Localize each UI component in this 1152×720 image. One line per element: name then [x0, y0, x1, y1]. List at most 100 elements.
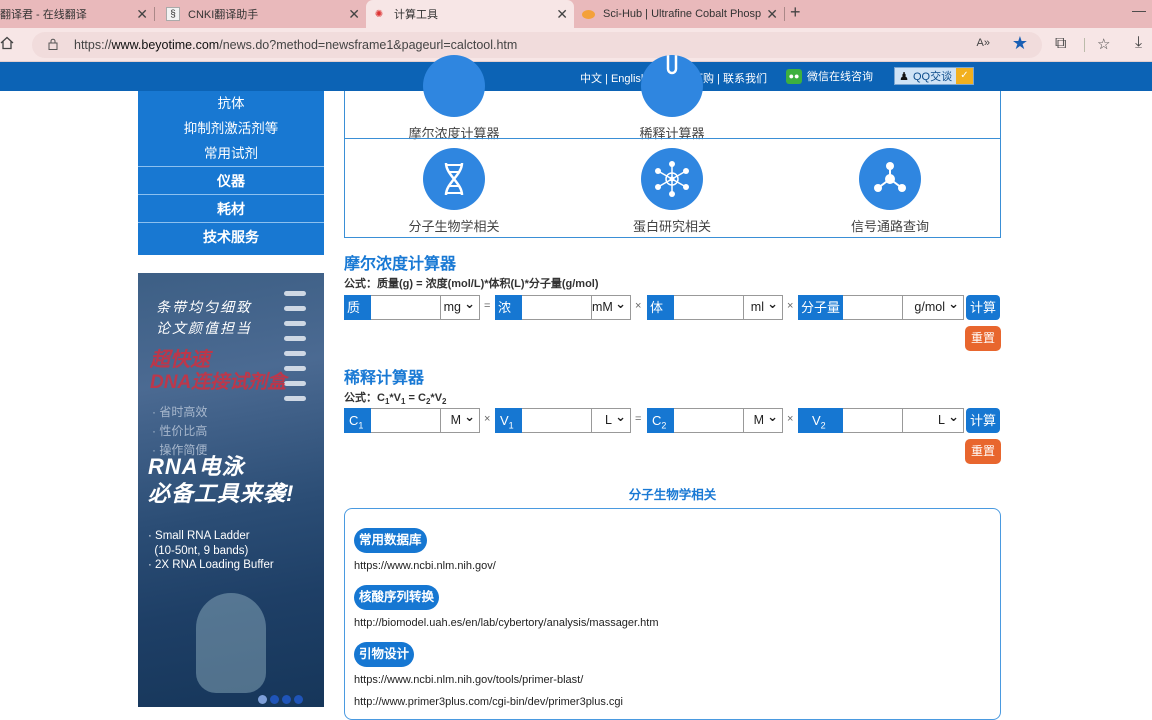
sidebar-item-tech-services[interactable]: 技术服务	[138, 222, 324, 250]
close-icon[interactable]: ✕	[136, 6, 148, 23]
v1-unit-select[interactable]: L	[591, 405, 631, 433]
tab-title: Sci-Hub | Ultrafine Cobalt Phosp	[603, 8, 762, 20]
molar-calculate-button[interactable]: 计算	[966, 295, 1000, 320]
sidebar-item-instruments[interactable]: 仪器	[138, 166, 324, 194]
concentration-unit-select[interactable]: mM	[591, 292, 631, 320]
molar-calculator-title: 摩尔浓度计算器	[344, 256, 457, 273]
tab-separator	[154, 7, 155, 21]
site-top-bar: 中文 | English 快速订购 | 联系我们 ●● 微信在线咨询 ♟ QQ交…	[0, 62, 1152, 91]
carousel-dot[interactable]	[294, 695, 303, 704]
volume-unit-select[interactable]: ml	[743, 292, 783, 320]
dna-icon	[423, 148, 485, 210]
tab-separator	[784, 7, 785, 21]
resource-link[interactable]: https://www.ncbi.nlm.nih.gov/	[354, 560, 496, 572]
c2-unit-select[interactable]: M	[743, 405, 783, 433]
sidebar-item-antibody[interactable]: 抗体	[138, 91, 324, 116]
qq-chat-button[interactable]: ♟ QQ交谈 ✓	[894, 67, 974, 85]
favorites-icon[interactable]: ☆	[1097, 35, 1110, 53]
shield-icon: ✓	[956, 68, 973, 84]
language-switch[interactable]: 中文 | English	[580, 70, 647, 86]
volume-label: 体积	[647, 295, 674, 340]
times-sign: ×	[635, 300, 642, 312]
protein-network-icon	[641, 148, 703, 210]
carousel-dot[interactable]	[270, 695, 279, 704]
browser-tab-active[interactable]: ✺ 计算工具 ✕	[366, 0, 574, 28]
qq-penguin-icon: ♟	[899, 70, 909, 83]
ad-main-headline: RNA电泳 必备工具来袭!	[148, 453, 294, 507]
volume-input[interactable]	[674, 295, 744, 320]
v2-input[interactable]	[843, 408, 903, 433]
concentration-input[interactable]	[522, 295, 592, 320]
c2-input[interactable]	[674, 408, 744, 433]
category-dilution-calculator[interactable]: 稀释计算器	[597, 55, 747, 142]
browser-tab[interactable]: 翻译君 - 在线翻译 ✕	[0, 0, 155, 28]
scihub-favicon-icon	[582, 9, 595, 19]
url-field[interactable]: https://www.beyotime.com/news.do?method=…	[32, 32, 1042, 58]
v2-unit-select[interactable]: L	[902, 405, 964, 433]
category-signal-pathway[interactable]: 信号通路查询	[815, 148, 965, 235]
category-label: 摩尔浓度计算器	[408, 126, 500, 141]
browser-tab[interactable]: Sci-Hub | Ultrafine Cobalt Phosp ✕	[576, 0, 785, 28]
c1-unit-select[interactable]: M	[440, 405, 480, 433]
signal-network-icon	[859, 148, 921, 210]
gel-bands-graphic	[284, 291, 306, 411]
ad-banner[interactable]: 条带均匀细致 论文颜值担当 超快速 DNA连接试剂盒 · 省时高效 · 性价比高…	[138, 273, 324, 707]
dilution-calculate-button[interactable]: 计算	[966, 408, 1000, 433]
category-molecular-biology[interactable]: 分子生物学相关	[379, 148, 529, 235]
equals-sign: =	[635, 413, 642, 425]
extensions-icon[interactable]: ⧉	[1055, 35, 1066, 53]
tab-title: CNKI翻译助手	[188, 9, 259, 21]
close-icon[interactable]: ✕	[348, 6, 360, 23]
molecular-weight-label: 分子量	[798, 295, 843, 320]
ad-main-headline-line: RNA电泳	[148, 454, 245, 479]
dilution-reset-button[interactable]: 重置	[965, 439, 1001, 464]
mass-unit-select[interactable]: mg	[440, 292, 480, 320]
times-sign: ×	[787, 413, 794, 425]
browser-tab-bar: 翻译君 - 在线翻译 ✕ § CNKI翻译助手 ✕ ✺ 计算工具 ✕ Sci-H…	[0, 0, 1152, 28]
sidebar-item-inhibitors[interactable]: 抑制剂激活剂等	[138, 116, 324, 141]
toolbar-divider	[1084, 38, 1085, 52]
product-sidebar: 抗体 抑制剂激活剂等 常用试剂 仪器 耗材 技术服务	[138, 91, 324, 255]
molar-reset-button[interactable]: 重置	[965, 326, 1001, 351]
category-protein-research[interactable]: 蛋白研究相关	[597, 148, 747, 235]
equals-sign: =	[484, 300, 491, 312]
address-bar-row: https://www.beyotime.com/news.do?method=…	[0, 28, 1152, 62]
c1-input[interactable]	[371, 408, 441, 433]
resource-link[interactable]: http://www.primer3plus.com/cgi-bin/dev/p…	[354, 696, 623, 708]
v1-input[interactable]	[522, 408, 592, 433]
molecular-weight-input[interactable]	[843, 295, 903, 320]
favorite-star-icon[interactable]: ★	[1012, 33, 1028, 54]
category-label: 分子生物学相关	[408, 219, 500, 234]
minimize-icon[interactable]: —	[1132, 2, 1146, 18]
category-label: 蛋白研究相关	[632, 219, 711, 234]
close-icon[interactable]: ✕	[556, 6, 568, 23]
beyotime-favicon-icon: ✺	[374, 8, 384, 20]
resource-link[interactable]: https://www.ncbi.nlm.nih.gov/tools/prime…	[354, 674, 583, 686]
mass-input[interactable]	[371, 295, 441, 320]
browser-tab[interactable]: § CNKI翻译助手 ✕	[160, 0, 366, 28]
read-aloud-icon[interactable]: A»	[977, 37, 990, 49]
home-icon[interactable]	[0, 36, 14, 50]
molar-formula: 公式：质量(g) = 浓度(mol/L)*体积(L)*分子量(g/mol)	[344, 278, 599, 290]
molecular-weight-unit-select[interactable]: g/mol	[902, 292, 964, 320]
new-tab-icon[interactable]: +	[790, 2, 801, 23]
close-icon[interactable]: ✕	[766, 6, 778, 23]
download-icon[interactable]: ⤓	[1135, 34, 1142, 52]
url-prefix: https://	[74, 38, 112, 52]
wechat-label: 微信在线咨询	[807, 71, 873, 83]
sidebar-item-consumables[interactable]: 耗材	[138, 194, 324, 222]
sidebar-item-reagents[interactable]: 常用试剂	[138, 141, 324, 166]
group-pill-primer-design: 引物设计	[354, 642, 415, 667]
dilution-calculator-title: 稀释计算器	[344, 370, 425, 387]
carousel-dot[interactable]	[258, 695, 267, 704]
dilution-formula: 公式：C1*V1 = C2*V2	[344, 392, 447, 407]
category-molar-calculator[interactable]: 摩尔浓度计算器	[379, 55, 529, 142]
dilution-formula-prefix: 公式：	[344, 392, 377, 404]
wechat-consult-link[interactable]: ●● 微信在线咨询	[786, 68, 873, 84]
ad-tagline-line: 论文颜值担当	[156, 320, 252, 336]
dilution-calculator-row: C1 M × V1 L = C2 M × V2 L 计算	[344, 405, 1001, 433]
group-pill-sequence-conversion: 核酸序列转换	[354, 585, 440, 610]
lock-icon[interactable]	[48, 38, 58, 50]
resource-link[interactable]: http://biomodel.uah.es/en/lab/cybertory/…	[354, 617, 659, 629]
carousel-dot[interactable]	[282, 695, 291, 704]
